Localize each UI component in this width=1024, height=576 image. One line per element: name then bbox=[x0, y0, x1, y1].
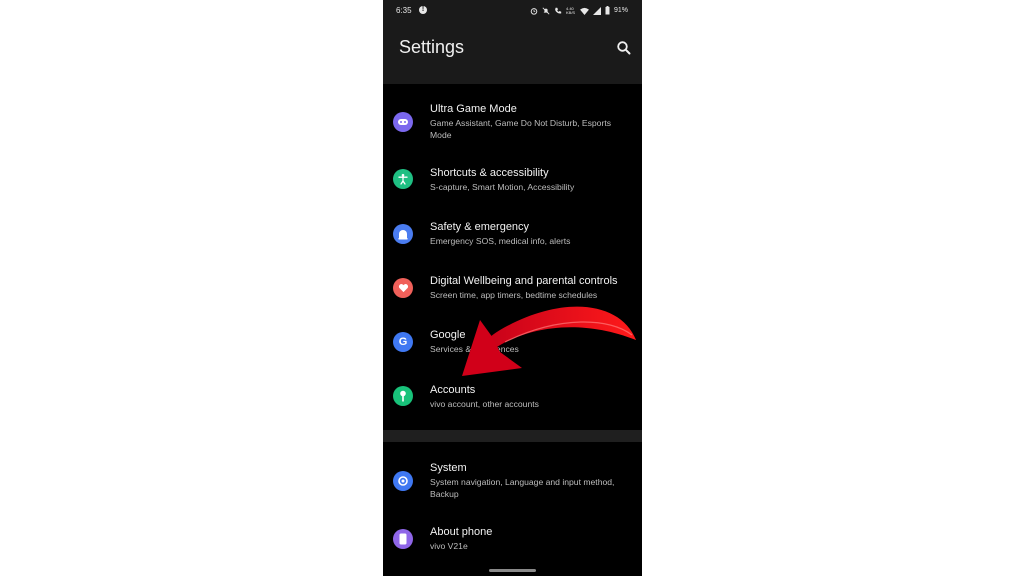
item-description: S-capture, Smart Motion, Accessibility bbox=[430, 182, 575, 192]
item-label: Shortcuts & accessibility bbox=[430, 167, 549, 179]
settings-item-safety-emergency[interactable]: Safety & emergency Emergency SOS, medica… bbox=[383, 219, 642, 251]
status-bar: 6:35 ! 4.40 KB/S 91% bbox=[383, 0, 642, 22]
accessibility-icon bbox=[393, 169, 413, 189]
item-description: Game Assistant, Game Do Not Disturb, Esp… bbox=[430, 118, 612, 140]
page-title: Settings bbox=[399, 37, 465, 57]
section-divider bbox=[383, 430, 642, 442]
settings-item-about-phone[interactable]: About phone vivo V21e bbox=[383, 524, 642, 556]
item-label: About phone bbox=[430, 526, 493, 538]
item-description: vivo V21e bbox=[430, 541, 468, 551]
settings-header: Settings bbox=[383, 22, 642, 84]
item-description: Screen time, app timers, bedtime schedul… bbox=[430, 290, 598, 300]
key-icon bbox=[393, 386, 413, 406]
item-label: Digital Wellbeing and parental controls bbox=[430, 275, 618, 287]
settings-item-accounts[interactable]: Accounts vivo account, other accounts bbox=[383, 382, 642, 414]
system-icons: 4.40 KB/S 91% bbox=[530, 6, 628, 15]
wifi-icon bbox=[580, 7, 589, 15]
phone-icon bbox=[393, 529, 413, 549]
data-speed-icon: 4.40 KB/S bbox=[565, 5, 576, 15]
settings-item-system[interactable]: System System navigation, Language and i… bbox=[383, 460, 642, 504]
settings-item-digital-wellbeing[interactable]: Digital Wellbeing and parental controls … bbox=[383, 273, 642, 305]
item-label: Safety & emergency bbox=[430, 221, 530, 233]
item-label: Accounts bbox=[430, 384, 476, 396]
phone-screen: 6:35 ! 4.40 KB/S 91% Settings Ultra Game… bbox=[383, 0, 642, 576]
alarm-icon bbox=[530, 7, 538, 15]
signal-icon bbox=[592, 6, 601, 15]
home-indicator[interactable] bbox=[489, 569, 536, 572]
system-icon bbox=[393, 471, 413, 491]
item-description: Emergency SOS, medical info, alerts bbox=[430, 236, 571, 246]
item-label: System bbox=[430, 462, 467, 474]
gamepad-icon bbox=[393, 112, 413, 132]
call-icon bbox=[555, 7, 562, 14]
google-icon: G bbox=[393, 332, 413, 352]
settings-item-ultra-game-mode[interactable]: Ultra Game Mode Game Assistant, Game Do … bbox=[383, 101, 642, 145]
item-description: vivo account, other accounts bbox=[430, 399, 539, 409]
item-label: Google bbox=[430, 329, 466, 341]
item-description: Services & preferences bbox=[430, 344, 519, 354]
battery-icon bbox=[605, 6, 610, 15]
settings-item-shortcuts-accessibility[interactable]: Shortcuts & accessibility S-capture, Sma… bbox=[383, 165, 642, 197]
heart-icon bbox=[393, 278, 413, 298]
notification-icon: ! bbox=[419, 6, 427, 14]
settings-item-google[interactable]: G Google Services & preferences bbox=[383, 327, 642, 359]
battery-level: 91% bbox=[613, 6, 628, 14]
shield-icon bbox=[393, 224, 413, 244]
item-label: Ultra Game Mode bbox=[430, 103, 517, 115]
status-time: 6:35 bbox=[396, 6, 412, 15]
mute-icon bbox=[542, 7, 550, 14]
item-description: System navigation, Language and input me… bbox=[430, 477, 615, 499]
search-icon[interactable] bbox=[616, 40, 632, 56]
